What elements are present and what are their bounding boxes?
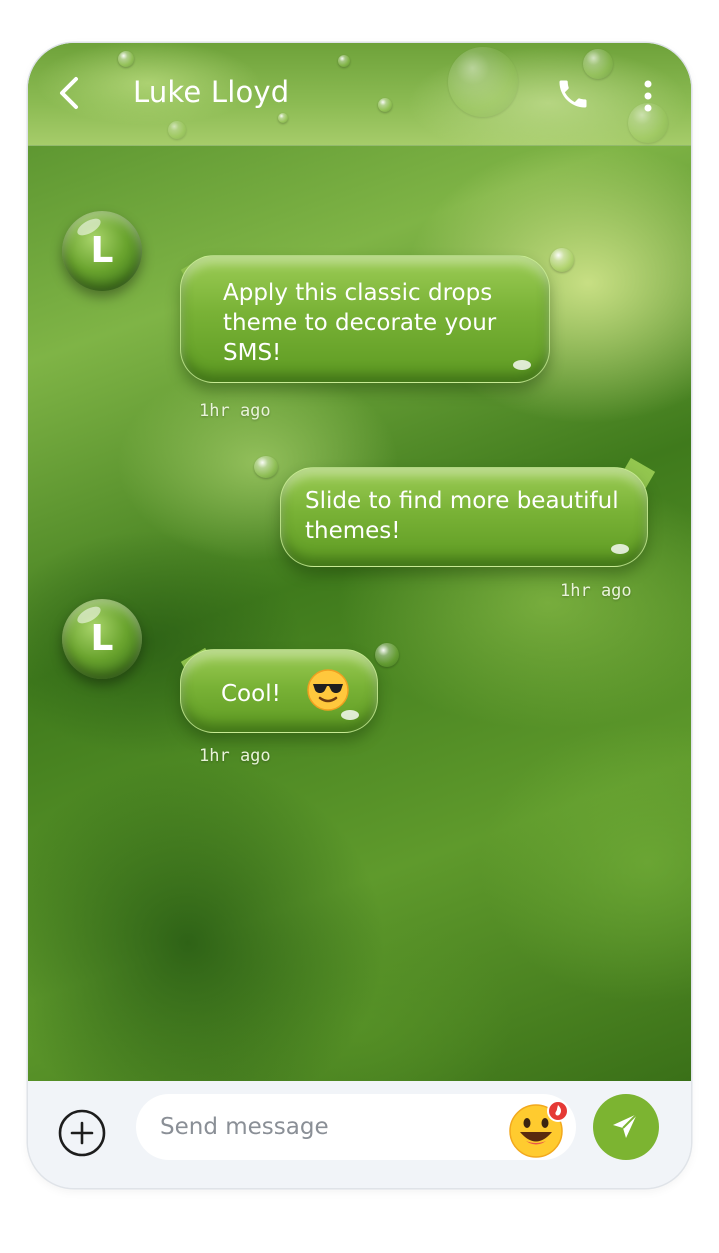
plus-circle-icon [58,1109,106,1157]
phone-frame: Luke Lloyd L Apply this classic drops th… [28,43,691,1188]
water-drop [278,113,288,123]
water-drop [254,456,278,478]
water-drop [550,248,574,272]
avatar-letter: L [90,618,114,659]
emoji-button[interactable] [508,1099,572,1159]
contact-avatar[interactable]: L [62,211,142,291]
message-text: Apply this classic drops theme to decora… [223,280,497,366]
contact-avatar[interactable]: L [62,599,142,679]
send-icon [613,1113,638,1138]
more-options-button[interactable] [643,79,653,113]
chevron-left-icon [60,77,78,109]
add-attachment-button[interactable] [58,1109,106,1157]
water-drop [378,98,392,112]
more-vertical-icon [644,80,652,112]
water-drop [338,55,350,67]
smiley-emoji-icon [509,1100,569,1158]
water-drop [448,47,518,117]
water-drop [583,49,613,79]
call-button[interactable] [555,76,591,112]
message-text: Cool! [221,681,281,707]
message-bubble-outgoing[interactable]: Slide to find more beautiful themes! [280,467,648,567]
back-button[interactable] [54,73,84,113]
message-bubble-incoming[interactable]: Apply this classic drops theme to decora… [180,255,550,383]
contact-name: Luke Lloyd [133,75,290,109]
message-bubble-incoming[interactable]: Cool! [180,649,378,733]
message-timestamp: 1hr ago [560,581,632,601]
message-timestamp: 1hr ago [199,401,271,421]
message-text: Slide to find more beautiful themes! [305,488,619,544]
send-button[interactable] [593,1094,659,1160]
avatar-letter: L [90,230,114,271]
water-drop [375,643,399,667]
chat-header: Luke Lloyd [28,43,691,146]
message-composer [28,1081,691,1188]
water-drop [168,121,186,139]
message-timestamp: 1hr ago [199,746,271,766]
water-drop [118,51,134,67]
phone-icon [559,80,587,108]
